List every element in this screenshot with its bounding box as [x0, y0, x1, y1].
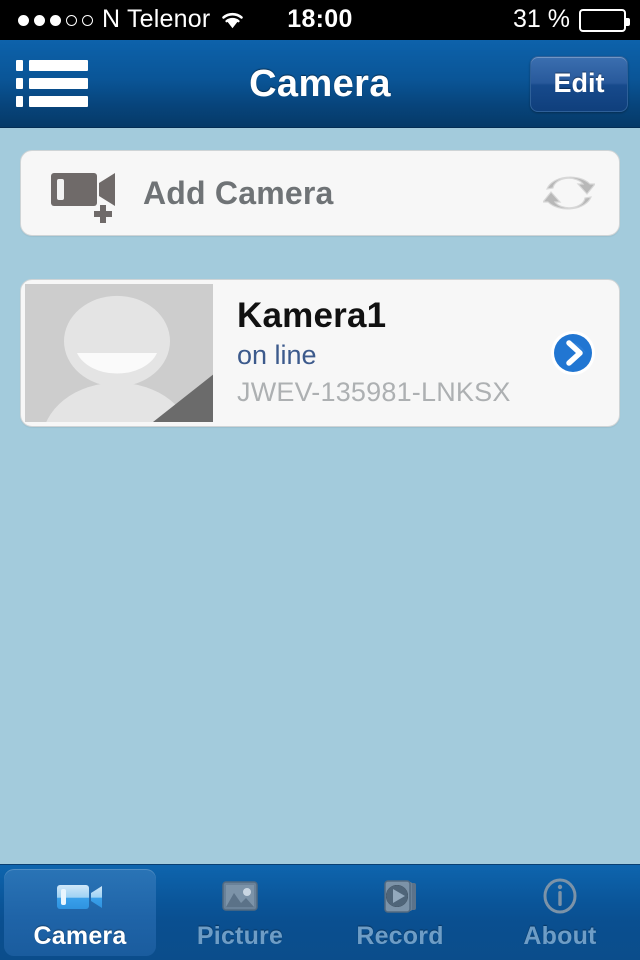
add-camera-label: Add Camera [143, 174, 334, 211]
camera-list-item[interactable]: Kamera1 on line JWEV-135981-LNKSX [20, 279, 620, 427]
tab-camera-inner: Camera [34, 875, 127, 951]
refresh-icon[interactable] [543, 169, 595, 217]
menu-bar [29, 78, 88, 89]
camera-uid: JWEV-135981-LNKSX [237, 377, 511, 408]
list-menu-icon[interactable] [16, 58, 88, 110]
status-bar-right: 31 % [513, 0, 630, 40]
tab-bar: Camera Picture Record About [0, 864, 640, 960]
chevron-right-icon[interactable] [549, 329, 597, 377]
edit-button[interactable]: Edit [530, 55, 628, 112]
tab-picture-label: Picture [196, 921, 284, 950]
tab-camera[interactable]: Camera [0, 865, 160, 960]
tab-picture[interactable]: Picture [160, 865, 320, 960]
tab-record-inner: Record [356, 875, 443, 951]
menu-row-3 [16, 96, 88, 107]
camcorder-plus-icon [51, 173, 115, 223]
camcorder-icon [57, 884, 102, 909]
menu-bullet [16, 78, 23, 89]
main-content: Add Camera Kamera1 on line JWEV-135981-L… [0, 129, 640, 864]
photo-icon [222, 880, 258, 911]
menu-bullet [16, 60, 23, 71]
person-placeholder-thumbnail [25, 284, 213, 422]
tab-about-label: About [523, 921, 597, 950]
tab-record[interactable]: Record [320, 865, 480, 960]
video-play-stack-icon [384, 879, 416, 913]
app-screen: N Telenor 18:00 31 % Camera Edit Add Cam… [0, 0, 640, 960]
info-circle-icon [543, 878, 577, 913]
battery-percent-label: 31 % [513, 4, 570, 33]
tab-camera-label: Camera [33, 921, 127, 950]
navigation-bar: Camera Edit [0, 40, 640, 128]
tab-about[interactable]: About [480, 865, 640, 960]
menu-bar [29, 60, 88, 71]
tab-about-inner: About [523, 875, 596, 951]
menu-bullet [16, 96, 23, 107]
tab-record-label: Record [356, 921, 444, 950]
add-camera-row[interactable]: Add Camera [20, 150, 620, 236]
menu-row-1 [16, 60, 88, 71]
tab-picture-inner: Picture [197, 875, 283, 951]
camera-thumbnail [25, 284, 213, 422]
menu-row-2 [16, 78, 88, 89]
battery-icon [579, 8, 630, 32]
menu-bar [29, 96, 88, 107]
status-bar: N Telenor 18:00 31 % [0, 0, 640, 40]
